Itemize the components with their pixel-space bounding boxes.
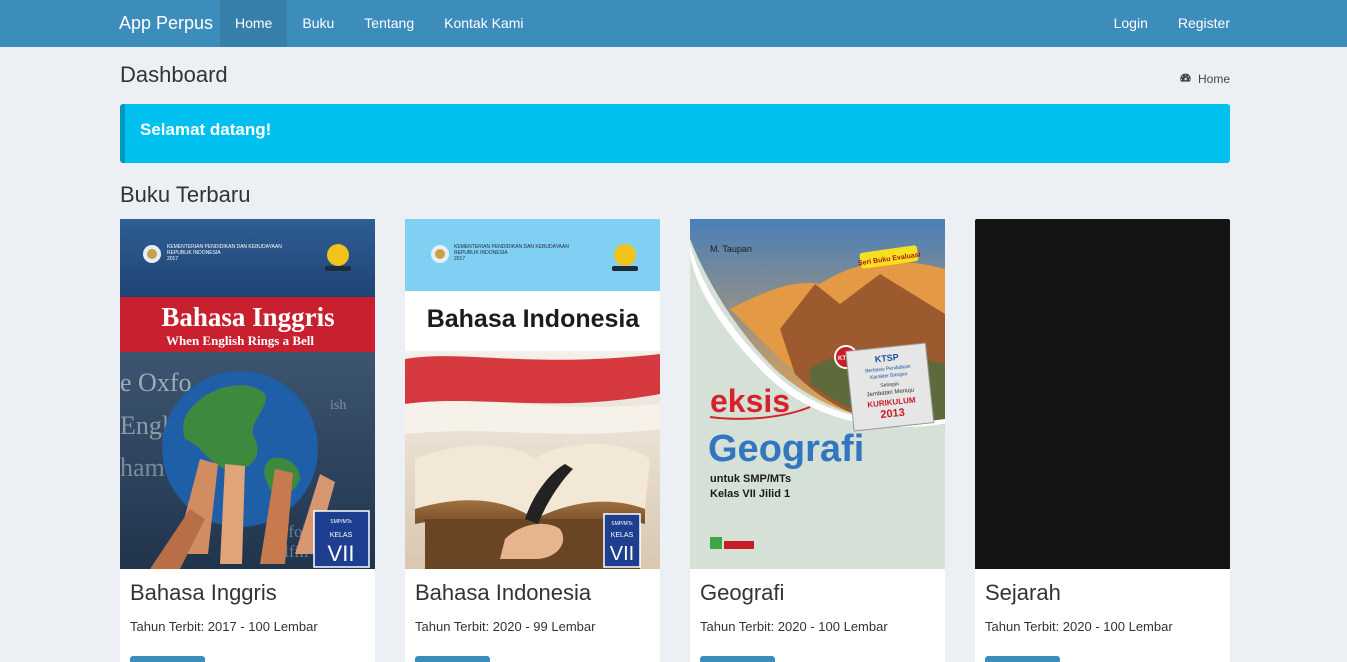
- dashboard-icon: [1179, 71, 1192, 87]
- welcome-message: Selamat datang!: [140, 120, 272, 139]
- detail-button[interactable]: [130, 656, 205, 662]
- svg-text:M. Taupan: M. Taupan: [710, 244, 752, 254]
- book-meta: Tahun Terbit: 2020 - 100 Lembar: [985, 619, 1173, 634]
- svg-text:SMP/MTs: SMP/MTs: [330, 519, 352, 525]
- book-title[interactable]: Geografi: [700, 580, 784, 606]
- book-cover[interactable]: M. Taupan Seri Buku Evaluasi KTSP KTSP B…: [690, 219, 945, 569]
- svg-text:2017: 2017: [454, 256, 465, 262]
- nav-auth: Login Register: [1099, 0, 1245, 47]
- book-cover[interactable]: KEMENTERIAN PENDIDIKAN DAN KEBUDAYAAN RE…: [120, 219, 375, 569]
- svg-text:Bahasa Inggris: Bahasa Inggris: [161, 302, 334, 332]
- brand-logo[interactable]: App Perpus: [119, 0, 213, 47]
- svg-text:When English Rings a Bell: When English Rings a Bell: [166, 333, 314, 348]
- book-card: KEMENTERIAN PENDIDIKAN DAN KEBUDAYAAN RE…: [405, 219, 660, 662]
- book-card: M. Taupan Seri Buku Evaluasi KTSP KTSP B…: [690, 219, 945, 662]
- book-card: KEMENTERIAN PENDIDIKAN DAN KEBUDAYAAN RE…: [120, 219, 375, 662]
- book-meta: Tahun Terbit: 2020 - 100 Lembar: [700, 619, 888, 634]
- svg-text:Geografi: Geografi: [708, 428, 864, 470]
- svg-text:untuk SMP/MTs: untuk SMP/MTs: [710, 473, 791, 485]
- page-title: Dashboard: [120, 62, 228, 87]
- svg-text:Kelas VII Jilid 1: Kelas VII Jilid 1: [710, 488, 790, 500]
- register-link[interactable]: Register: [1163, 0, 1245, 47]
- welcome-callout: Selamat datang!: [120, 104, 1230, 163]
- breadcrumb: Home: [1179, 71, 1230, 87]
- login-link[interactable]: Login: [1099, 0, 1163, 47]
- svg-text:eksis: eksis: [710, 383, 790, 419]
- svg-text:2013: 2013: [880, 407, 906, 421]
- book-meta: Tahun Terbit: 2020 - 99 Lembar: [415, 619, 596, 634]
- nav-item-buku[interactable]: Buku: [287, 0, 349, 47]
- book-cover[interactable]: KEMENTERIAN PENDIDIKAN DAN KEBUDAYAAN RE…: [405, 219, 660, 569]
- nav-menu: Home Buku Tentang Kontak Kami: [220, 0, 538, 47]
- svg-text:KELAS: KELAS: [330, 532, 353, 539]
- svg-text:VII: VII: [328, 541, 355, 566]
- svg-text:Bahasa Indonesia: Bahasa Indonesia: [427, 305, 641, 333]
- breadcrumb-home[interactable]: Home: [1198, 72, 1230, 86]
- section-title: Buku Terbaru: [120, 182, 251, 207]
- top-navbar: App Perpus Home Buku Tentang Kontak Kami…: [0, 0, 1347, 47]
- nav-item-home[interactable]: Home: [220, 0, 288, 47]
- detail-button[interactable]: [700, 656, 775, 662]
- svg-text:ish: ish: [330, 398, 346, 413]
- book-cover[interactable]: [975, 219, 1230, 569]
- svg-text:e Oxfo: e Oxfo: [120, 368, 191, 397]
- svg-text:KELAS: KELAS: [611, 532, 634, 539]
- book-title[interactable]: Sejarah: [985, 580, 1061, 606]
- detail-button[interactable]: [415, 656, 490, 662]
- book-meta: Tahun Terbit: 2017 - 100 Lembar: [130, 619, 318, 634]
- svg-text:SMP/MTs: SMP/MTs: [611, 521, 633, 527]
- nav-item-kontak[interactable]: Kontak Kami: [429, 0, 538, 47]
- detail-button[interactable]: [985, 656, 1060, 662]
- book-title[interactable]: Bahasa Inggris: [130, 580, 277, 606]
- nav-item-tentang[interactable]: Tentang: [349, 0, 429, 47]
- book-title[interactable]: Bahasa Indonesia: [415, 580, 591, 606]
- svg-text:2017: 2017: [167, 256, 178, 262]
- navbar-container: App Perpus Home Buku Tentang Kontak Kami…: [104, 0, 1245, 47]
- svg-text:VII: VII: [610, 543, 634, 565]
- book-card: Sejarah Tahun Terbit: 2020 - 100 Lembar: [975, 219, 1230, 662]
